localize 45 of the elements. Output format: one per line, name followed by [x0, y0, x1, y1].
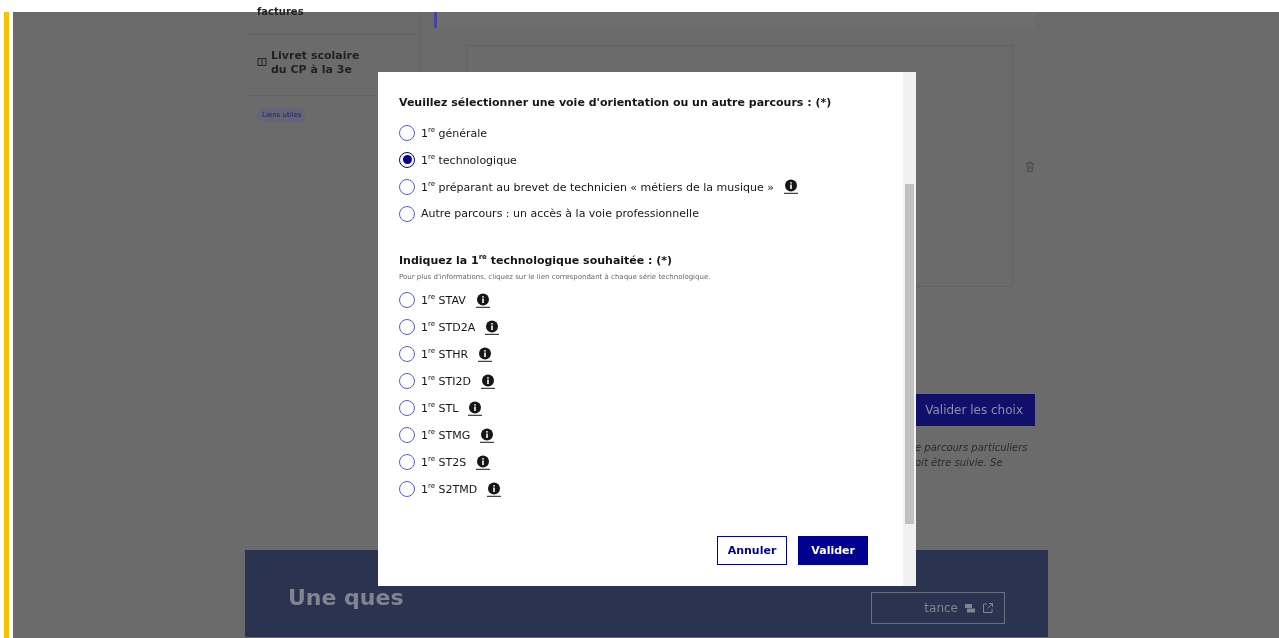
- info-icon[interactable]: [478, 346, 493, 362]
- option-label[interactable]: 1$^{re}$ S2TMD: [421, 482, 478, 496]
- info-icon[interactable]: [475, 292, 490, 308]
- info-icon[interactable]: [476, 454, 491, 470]
- cancel-button[interactable]: Annuler: [716, 536, 788, 565]
- radio-button[interactable]: [399, 427, 415, 444]
- option-label[interactable]: 1$^{re}$ générale: [421, 125, 488, 140]
- radio-button[interactable]: [399, 151, 415, 168]
- option-label[interactable]: 1$^{re}$ STMG: [421, 428, 471, 442]
- info-icon[interactable]: [480, 373, 495, 389]
- radio-button[interactable]: [399, 292, 415, 309]
- sidebar-link[interactable]: factures: [257, 6, 304, 17]
- info-icon[interactable]: [783, 179, 798, 194]
- radio-button[interactable]: [399, 346, 415, 363]
- external-link-icon: [982, 601, 994, 614]
- info-icon[interactable]: [468, 400, 483, 416]
- radio-button[interactable]: [399, 319, 415, 336]
- option-label[interactable]: Autre parcours : un accès à la voie professionnelle: [421, 207, 699, 220]
- radio-button[interactable]: [399, 373, 415, 390]
- question-text: Indiquez la 1$^{re}$ technologique souhaitée : (*): [399, 253, 674, 267]
- note-text: oit être suivie. Se: [915, 456, 1004, 470]
- question-text: Veuillez sélectionner une voie d'orientation ou un autre parcours : (*): [399, 96, 833, 109]
- option-label[interactable]: 1$^{re}$ STAV: [421, 293, 466, 307]
- option-label[interactable]: 1$^{re}$ STD2A: [421, 320, 476, 334]
- option-label[interactable]: 1$^{re}$ technologique: [421, 152, 517, 167]
- scrollbar[interactable]: [903, 72, 916, 586]
- option-label[interactable]: 1$^{re}$ STHR: [421, 347, 469, 361]
- option-label[interactable]: 1$^{re}$ STL: [421, 401, 459, 415]
- banner-title: Une ques: [288, 585, 404, 610]
- option-label[interactable]: 1$^{re}$ ST2S: [421, 455, 467, 469]
- confirm-button[interactable]: Valider: [798, 536, 868, 565]
- submit-button[interactable]: Valider les choix: [913, 394, 1035, 426]
- radio-button[interactable]: [399, 481, 415, 498]
- assistance-icon: [964, 601, 976, 614]
- radio-button[interactable]: [399, 178, 415, 195]
- book-icon: [257, 57, 267, 67]
- option-label[interactable]: 1$^{re}$ préparant au brevet de technicien « métiers de la musique »: [421, 179, 774, 194]
- info-icon[interactable]: [480, 427, 495, 443]
- radio-button[interactable]: [399, 124, 415, 141]
- radio-button[interactable]: [399, 400, 415, 417]
- radio-button[interactable]: [399, 205, 415, 222]
- option-label[interactable]: 1$^{re}$ STI2D: [421, 374, 471, 388]
- info-icon[interactable]: [487, 481, 502, 497]
- radio-button[interactable]: [399, 454, 415, 471]
- info-icon[interactable]: [485, 319, 500, 335]
